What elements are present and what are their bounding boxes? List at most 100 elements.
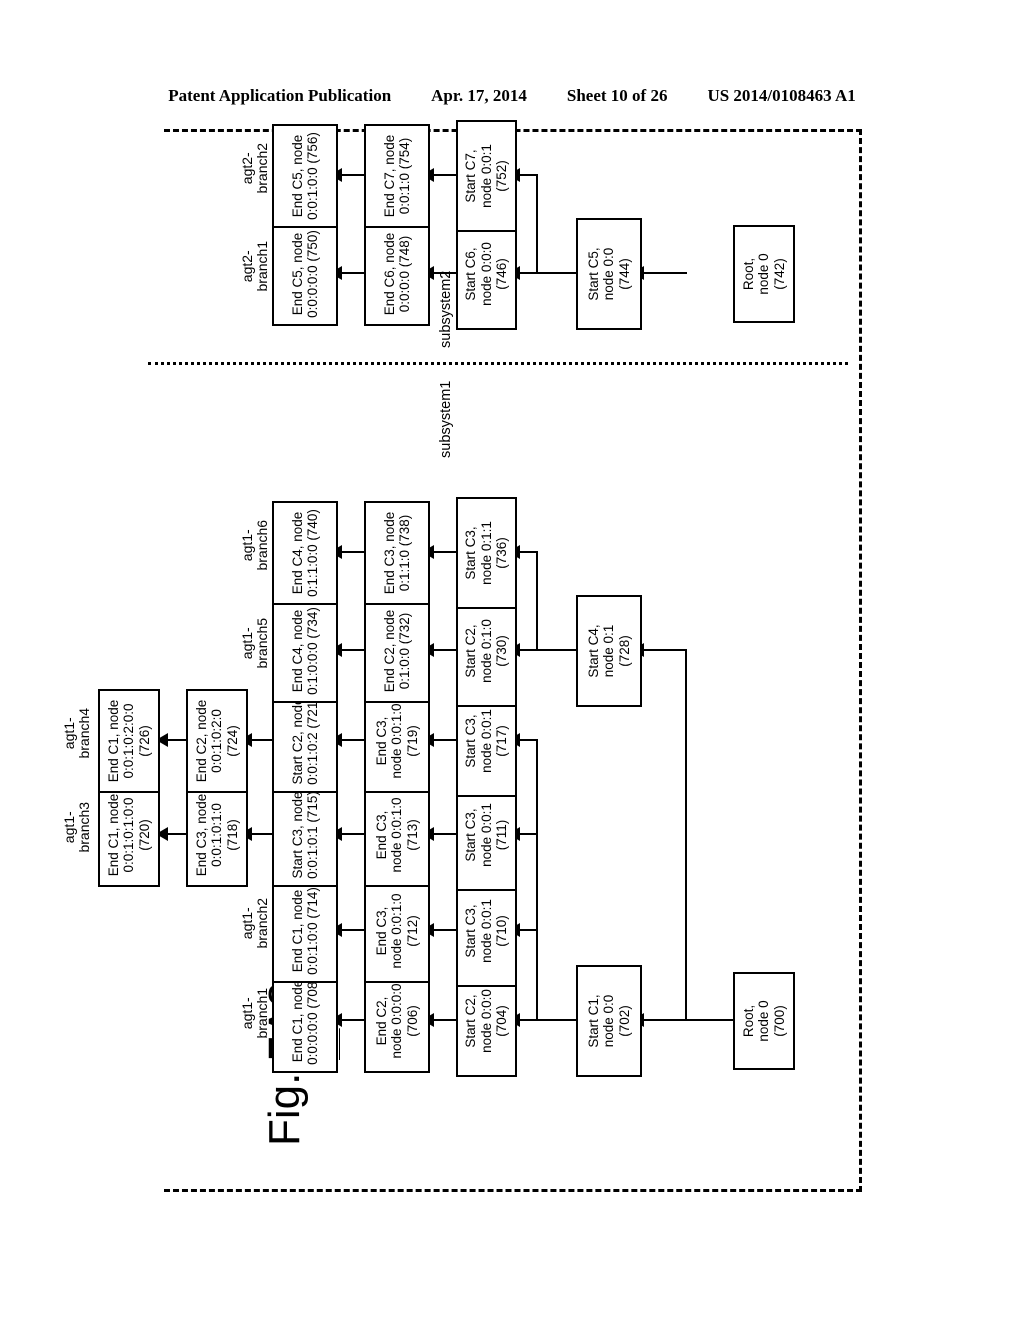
node-box-736[interactable]: Start C3, node 0:1:1 (736) bbox=[456, 497, 517, 609]
node-line1: End C1, node bbox=[289, 889, 305, 973]
subsystem2-label: subsystem2 bbox=[438, 270, 454, 348]
node-line1: End C3, node bbox=[193, 793, 209, 877]
node-line1: End C7, node bbox=[381, 134, 397, 218]
node-box-721[interactable]: Start C2, node 0:0:1:0:2 (721) bbox=[272, 689, 338, 793]
node-box-752[interactable]: Start C7, node 0:0:1 (752) bbox=[456, 120, 517, 232]
node-line1: End C4, node bbox=[289, 511, 305, 595]
node-line2: node 0:0:1 bbox=[478, 144, 494, 208]
node-box-730[interactable]: Start C2, node 0:1:0 (730) bbox=[456, 595, 517, 707]
node-line1: Start C3, bbox=[463, 714, 479, 768]
branch-line2: branch6 bbox=[254, 519, 271, 571]
branch-line1: agt1- bbox=[238, 907, 255, 940]
node-line2: node 0:0 bbox=[601, 994, 617, 1048]
node-line1: End C5, node bbox=[289, 134, 305, 218]
node-line3: (706) bbox=[404, 1005, 420, 1037]
node-line1: Start C6, bbox=[463, 247, 479, 301]
node-box-712[interactable]: End C3, node 0:0:1:0 (712) bbox=[364, 879, 430, 983]
node-box-702[interactable]: Start C1, node 0:0 (702) bbox=[576, 965, 642, 1077]
connector bbox=[685, 649, 687, 1021]
node-line2: 0:0:0:0:0 (750) bbox=[305, 230, 320, 318]
node-line2: 0:0:0:0:0 (708) bbox=[305, 977, 320, 1065]
branch-line2: branch3 bbox=[76, 801, 93, 853]
node-line1: End C3, bbox=[373, 906, 389, 956]
node-line1: End C2, bbox=[373, 996, 389, 1046]
connector bbox=[517, 833, 538, 835]
node-line1: Start C5, bbox=[585, 247, 601, 301]
branch-label-agt2-branch1: agt2- branch1 bbox=[224, 234, 287, 314]
node-line3: (713) bbox=[404, 819, 420, 851]
node-box-754[interactable]: End C7, node 0:0:1:0 (754) bbox=[364, 124, 430, 228]
connector bbox=[687, 1019, 733, 1021]
node-line2: 0:0:1:0:1:0:0 bbox=[121, 797, 137, 873]
node-line2: node 0:1:1 bbox=[478, 521, 494, 585]
node-line2: 0:0:1:0:2:0:0 bbox=[121, 703, 137, 779]
node-line2: 0:0:1:0:0 (756) bbox=[305, 132, 320, 220]
node-line2: 0:1:0:0:0 (734) bbox=[305, 607, 320, 695]
connector bbox=[642, 272, 687, 274]
node-line3: (744) bbox=[616, 258, 632, 290]
node-line3: (724) bbox=[224, 725, 240, 757]
node-line3: (711) bbox=[494, 819, 510, 851]
node-line1: Start C7, bbox=[463, 149, 479, 203]
node-box-728[interactable]: Start C4, node 0:1 (728) bbox=[576, 595, 642, 707]
node-line1: End C6, node bbox=[381, 232, 397, 316]
node-line3: (736) bbox=[494, 537, 510, 569]
node-box-724[interactable]: End C2, node 0:0:1:0:2:0 (724) bbox=[186, 689, 248, 793]
node-line3: (702) bbox=[616, 1005, 632, 1037]
node-box-738[interactable]: End C3, node 0:1:1:0 (738) bbox=[364, 501, 430, 605]
node-line1: Start C4, bbox=[585, 624, 601, 678]
header-docnum: US 2014/0108463 A1 bbox=[707, 86, 856, 105]
node-box-748[interactable]: End C6, node 0:0:0:0 (748) bbox=[364, 222, 430, 326]
node-box-742[interactable]: Root, node 0 (742) bbox=[733, 225, 795, 323]
branch-label-agt1-branch3: agt1- branch3 bbox=[46, 795, 109, 875]
node-line1: End C3, bbox=[373, 716, 389, 766]
branch-line2: branch1 bbox=[254, 240, 271, 292]
node-box-715[interactable]: Start C3, node 0:0:1:0:1 (715) bbox=[272, 783, 338, 887]
node-line3: (718) bbox=[224, 819, 240, 851]
node-line1: Start C3, bbox=[463, 526, 479, 580]
node-line3: (700) bbox=[771, 1005, 787, 1037]
branch-line1: agt1- bbox=[60, 717, 77, 750]
node-line2: node 0:0:1 bbox=[478, 803, 494, 867]
node-line1: Start C3, bbox=[463, 904, 479, 958]
branch-line1: agt2- bbox=[238, 250, 255, 283]
connector bbox=[536, 174, 538, 274]
branch-label-agt2-branch2: agt2- branch2 bbox=[224, 136, 287, 216]
node-line2: 0:0:1:0:1:0 bbox=[209, 803, 225, 867]
node-line2: 0:0:1:0:2 (721) bbox=[305, 697, 320, 785]
node-box-713[interactable]: End C3, node 0:0:1:0 (713) bbox=[364, 783, 430, 887]
header-sheet: Sheet 10 of 26 bbox=[566, 86, 668, 105]
branch-line1: agt1- bbox=[60, 811, 77, 844]
node-line2: node 0:0:1 bbox=[478, 899, 494, 963]
subsystem1-label: subsystem1 bbox=[438, 380, 454, 458]
node-box-700[interactable]: Root, node 0 (700) bbox=[733, 972, 795, 1070]
node-line2: node 0 bbox=[756, 1000, 772, 1042]
node-line2: node 0:0 bbox=[601, 247, 617, 301]
node-line2: node 0:0:1 bbox=[478, 709, 494, 773]
connector bbox=[517, 1019, 538, 1021]
node-line1: Root, bbox=[740, 1004, 756, 1038]
node-line3: (712) bbox=[404, 915, 420, 947]
node-box-732[interactable]: End C2, node 0:1:0:0 (732) bbox=[364, 599, 430, 703]
node-box-706[interactable]: End C2, node 0:0:0:0 (706) bbox=[364, 969, 430, 1073]
node-line2: 0:1:1:0:0 (740) bbox=[305, 509, 320, 597]
subsystem-divider bbox=[148, 362, 848, 365]
node-box-710[interactable]: Start C3, node 0:0:1 (710) bbox=[456, 875, 517, 987]
connector bbox=[517, 649, 538, 651]
node-line1: Root, bbox=[740, 257, 756, 291]
node-box-744[interactable]: Start C5, node 0:0 (744) bbox=[576, 218, 642, 330]
connector bbox=[538, 649, 576, 651]
branch-line2: branch1 bbox=[254, 987, 271, 1039]
connector bbox=[536, 739, 538, 1021]
node-box-746[interactable]: Start C6, node 0:0:0 (746) bbox=[456, 218, 517, 330]
branch-label-agt1-branch6: agt1- branch6 bbox=[224, 513, 287, 593]
node-box-719[interactable]: End C3, node 0:0:1:0 (719) bbox=[364, 689, 430, 793]
node-line2: node 0:0:0:0 bbox=[389, 983, 405, 1059]
connector bbox=[517, 739, 538, 741]
node-line1: Start C1, bbox=[585, 994, 601, 1048]
node-line3: (720) bbox=[136, 819, 152, 851]
node-line2: 0:0:1:0:1 (715) bbox=[305, 791, 320, 879]
connector bbox=[642, 649, 687, 651]
node-box-718[interactable]: End C3, node 0:0:1:0:1:0 (718) bbox=[186, 783, 248, 887]
node-line1: End C4, node bbox=[289, 609, 305, 693]
